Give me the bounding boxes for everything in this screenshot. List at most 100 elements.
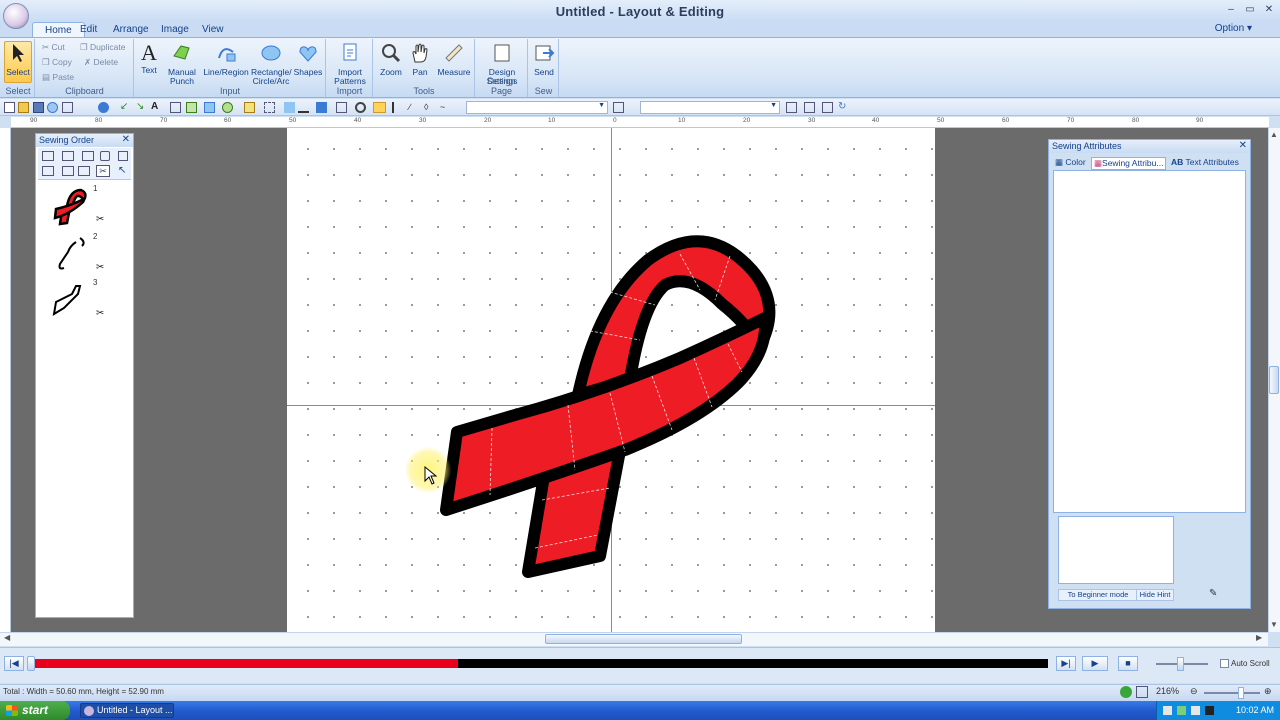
split-icon[interactable] xyxy=(78,166,90,176)
scroll-left-icon[interactable]: ◀ xyxy=(4,633,10,642)
send-button[interactable]: Send xyxy=(531,42,557,77)
sewing-order-item[interactable]: 2 ✂ xyxy=(50,232,110,276)
tray-app-icon[interactable] xyxy=(1205,706,1214,715)
tray-network-icon[interactable] xyxy=(1163,706,1172,715)
width-tool-icon[interactable] xyxy=(804,102,815,113)
align-icon[interactable] xyxy=(298,102,309,113)
region-tool-icon[interactable] xyxy=(222,102,233,113)
to-beginner-mode-button[interactable]: To Beginner mode xyxy=(1058,589,1138,601)
text-button[interactable]: A Text xyxy=(137,42,161,75)
color-icon[interactable] xyxy=(47,102,58,113)
delete-button[interactable]: ✗ Delete xyxy=(84,57,118,68)
app-menu-icon[interactable] xyxy=(3,3,29,29)
zoom-slider[interactable] xyxy=(1204,692,1260,694)
scroll-down-icon[interactable]: ▼ xyxy=(1270,620,1278,629)
close-icon[interactable]: ✕ xyxy=(1260,2,1278,18)
sewing-order-item[interactable]: 1 ✂ xyxy=(50,184,110,230)
rectangle-circle-arc-button[interactable]: Rectangle/ Circle/Arc xyxy=(251,42,292,86)
restore-icon[interactable]: ▭ xyxy=(1241,2,1259,18)
close-icon[interactable]: ✕ xyxy=(1239,140,1247,151)
taskbar-window-item[interactable]: Untitled - Layout ... xyxy=(80,703,174,718)
save-icon[interactable] xyxy=(33,102,44,113)
cut-button[interactable]: ✂ Cut xyxy=(42,42,65,53)
refresh-icon[interactable]: ↻ xyxy=(838,102,849,113)
tab-sewing-attributes[interactable]: ▦Sewing Attribu... xyxy=(1091,157,1167,170)
zoom-out-icon[interactable]: ⊖ xyxy=(1190,686,1198,697)
pan-button[interactable]: Pan xyxy=(407,42,433,77)
node-tool-icon[interactable]: ◊ xyxy=(424,102,435,113)
frame-icon[interactable] xyxy=(42,151,54,161)
stitch-tool-icon[interactable] xyxy=(204,102,215,113)
arrow-tool-2-icon[interactable]: ↘ xyxy=(136,102,147,113)
progress-handle[interactable] xyxy=(27,656,35,671)
duplicate-button[interactable]: ❐ Duplicate xyxy=(80,42,125,53)
tab-color[interactable]: ▦ Color xyxy=(1055,157,1086,168)
text-tool-icon[interactable]: A xyxy=(151,102,162,113)
font-select[interactable]: ▼ xyxy=(466,101,608,114)
paste-button[interactable]: ▤ Paste xyxy=(42,72,74,83)
tab-view[interactable]: View xyxy=(190,22,236,38)
new-icon[interactable] xyxy=(4,102,15,113)
select-button[interactable]: Select xyxy=(4,41,32,83)
shapes-button[interactable]: Shapes xyxy=(293,42,323,77)
measure-button[interactable]: Measure xyxy=(436,42,472,77)
pen-tool-icon[interactable] xyxy=(392,102,403,113)
grid-icon[interactable] xyxy=(264,102,275,113)
mirror-icon[interactable] xyxy=(284,102,295,113)
copy-button[interactable]: ❐ Copy xyxy=(42,57,72,68)
circle-tool-icon[interactable] xyxy=(98,102,109,113)
vertical-scroll-thumb[interactable] xyxy=(1269,366,1279,394)
merge-icon[interactable] xyxy=(62,166,74,176)
group-icon[interactable] xyxy=(316,102,327,113)
open-icon[interactable] xyxy=(18,102,29,113)
hint-settings-icon[interactable]: ✎ xyxy=(1209,589,1227,601)
start-button[interactable]: start xyxy=(0,701,70,720)
ribbon-design[interactable] xyxy=(420,225,790,595)
zoom-in-icon[interactable]: ⊕ xyxy=(1264,686,1272,697)
tray-security-icon[interactable] xyxy=(1177,706,1186,715)
stitch-direction-icon[interactable]: ∕ xyxy=(409,102,420,113)
curve-tool-icon[interactable]: ~ xyxy=(440,102,451,113)
ruler-tool-icon[interactable] xyxy=(786,102,797,113)
tab-text-attributes[interactable]: AB Text Attributes xyxy=(1171,157,1239,167)
scroll-up-icon[interactable]: ▲ xyxy=(1270,130,1278,139)
play-icon[interactable]: ▶ xyxy=(1082,656,1108,671)
frame-icon[interactable] xyxy=(62,102,73,113)
select-tool-icon[interactable] xyxy=(373,102,386,113)
size-select[interactable]: ▼ xyxy=(640,101,780,114)
fill-tool-icon[interactable] xyxy=(186,102,197,113)
tray-volume-icon[interactable] xyxy=(1191,706,1200,715)
square-icon[interactable] xyxy=(118,151,128,161)
shape-tool-icon[interactable] xyxy=(244,102,255,113)
import-patterns-button[interactable]: Import Patterns xyxy=(330,42,370,86)
close-icon[interactable]: ✕ xyxy=(122,134,130,145)
letter-spacing-icon[interactable] xyxy=(613,102,624,113)
auto-scroll-checkbox[interactable] xyxy=(1220,659,1229,668)
manual-punch-button[interactable]: Manual Punch xyxy=(165,42,199,86)
square-tool-icon[interactable] xyxy=(170,102,181,113)
line-region-button[interactable]: Line/Region xyxy=(203,42,249,77)
zoom-tool-icon[interactable] xyxy=(355,102,366,113)
zoom-button[interactable]: Zoom xyxy=(377,42,405,77)
option-menu[interactable]: Option ▾ xyxy=(1215,23,1252,34)
scroll-right-icon[interactable]: ▶ xyxy=(1256,633,1262,642)
height-tool-icon[interactable] xyxy=(822,102,833,113)
speed-slider-handle[interactable] xyxy=(1177,657,1184,671)
rewind-start-icon[interactable]: |◀ xyxy=(4,656,24,671)
zoom-slider-handle[interactable] xyxy=(1238,687,1244,699)
arrow-tool-icon[interactable]: ↙ xyxy=(120,102,131,113)
sewing-order-item[interactable]: 3 ✂ xyxy=(50,278,110,322)
ungroup-icon[interactable] xyxy=(82,151,94,161)
lock-icon[interactable] xyxy=(100,151,110,161)
stop-icon[interactable]: ■ xyxy=(1118,656,1138,671)
scissors-icon[interactable]: ✂ xyxy=(96,165,110,177)
fit-screen-icon[interactable] xyxy=(1136,686,1148,698)
minimize-icon[interactable]: – xyxy=(1222,2,1240,18)
order-icon[interactable] xyxy=(42,166,54,176)
cursor-icon[interactable]: ↖ xyxy=(118,165,126,176)
refresh-status-icon[interactable] xyxy=(1120,686,1132,698)
horizontal-scroll-thumb[interactable] xyxy=(545,634,742,644)
hide-hint-button[interactable]: Hide Hint xyxy=(1136,589,1174,601)
group-icon[interactable] xyxy=(62,151,74,161)
rotate-icon[interactable] xyxy=(336,102,347,113)
